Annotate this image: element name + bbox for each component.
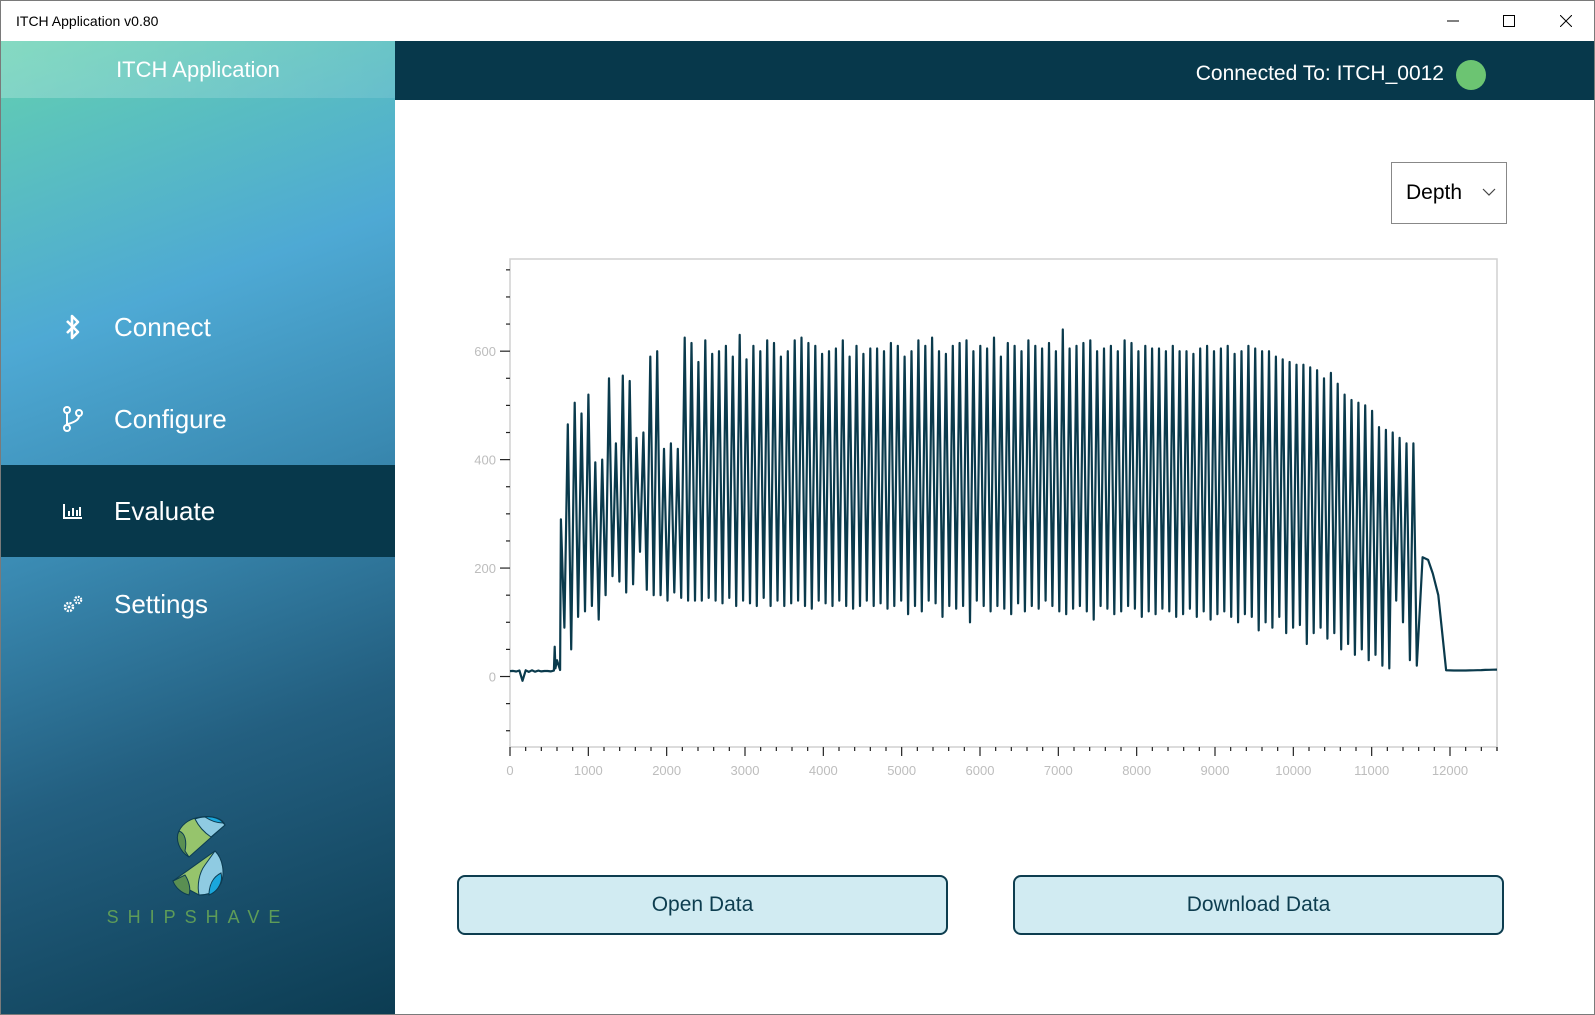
gears-icon bbox=[61, 592, 85, 616]
y-tick-label: 200 bbox=[474, 561, 496, 576]
sidebar-item-configure[interactable]: Configure bbox=[1, 373, 395, 465]
x-tick-label: 2000 bbox=[652, 763, 681, 778]
sidebar-item-label: Evaluate bbox=[114, 495, 216, 526]
app-window: ITCH Application v0.80 ITCH Application … bbox=[0, 0, 1595, 1015]
minimize-icon bbox=[1447, 20, 1459, 22]
maximize-button[interactable] bbox=[1481, 1, 1537, 41]
title-bar: ITCH Application v0.80 bbox=[1, 1, 1594, 41]
metric-dropdown-value: Depth bbox=[1406, 181, 1463, 204]
y-tick-label: 400 bbox=[474, 453, 496, 468]
x-tick-label: 11000 bbox=[1354, 763, 1389, 778]
x-tick-label: 5000 bbox=[887, 763, 916, 778]
chevron-down-icon bbox=[1482, 188, 1496, 196]
top-header: Connected To: ITCH_0012 bbox=[395, 41, 1594, 100]
open-data-label: Open Data bbox=[651, 893, 754, 916]
sidebar-item-evaluate[interactable]: Evaluate bbox=[1, 465, 395, 557]
x-tick-label: 9000 bbox=[1201, 763, 1230, 778]
connection-status-text: Connected To: ITCH_0012 bbox=[1195, 62, 1444, 85]
x-tick-label: 3000 bbox=[731, 763, 760, 778]
download-data-label: Download Data bbox=[1186, 893, 1331, 916]
x-tick-label: 1000 bbox=[574, 763, 603, 778]
open-data-button[interactable]: Open Data bbox=[457, 875, 948, 935]
connection-status-indicator bbox=[1456, 60, 1486, 90]
sidebar-item-label: Configure bbox=[114, 403, 227, 434]
sidebar-item-connect[interactable]: Connect bbox=[1, 281, 395, 373]
close-icon bbox=[1560, 15, 1572, 27]
window-title: ITCH Application v0.80 bbox=[16, 13, 159, 29]
app-brand: ITCH Application bbox=[1, 41, 395, 98]
x-tick-label: 8000 bbox=[1122, 763, 1151, 778]
x-tick-label: 7000 bbox=[1044, 763, 1073, 778]
metric-dropdown[interactable]: Depth bbox=[1391, 162, 1507, 224]
depth-chart-svg: 02004006000 1000 2000 3000 4000 5000 6000 7000 8… bbox=[474, 258, 1498, 778]
sidebar-item-settings[interactable]: Settings bbox=[1, 558, 395, 650]
series-line-depth bbox=[509, 328, 1498, 682]
branch-icon bbox=[61, 406, 85, 432]
depth-chart: 0 200 400 600 0 1000 2000 3000 4000 5000 6000 7000 8… bbox=[441, 241, 1521, 801]
minimize-button[interactable] bbox=[1425, 1, 1481, 41]
x-tick-label: 0 bbox=[506, 763, 513, 778]
brand-title: ITCH Application bbox=[116, 56, 280, 82]
x-tick-label: 10000 bbox=[1275, 763, 1311, 778]
sidebar: ITCH Application Connect Configure Evalu… bbox=[1, 41, 395, 1014]
shipshave-logo-icon bbox=[172, 816, 226, 896]
sidebar-item-label: Settings bbox=[114, 588, 208, 619]
x-tick-label: 6000 bbox=[966, 763, 995, 778]
maximize-icon bbox=[1503, 15, 1515, 27]
download-data-button[interactable]: Download Data bbox=[1013, 875, 1504, 935]
bar-chart-icon bbox=[61, 499, 85, 523]
x-tick-label: 12000 bbox=[1432, 763, 1468, 778]
shipshave-logo: SHIPSHAVE bbox=[1, 811, 395, 961]
sidebar-item-label: Connect bbox=[114, 311, 211, 342]
y-tick-label: 600 bbox=[474, 344, 496, 359]
bluetooth-icon bbox=[61, 314, 85, 340]
y-tick-label: 0 bbox=[489, 670, 496, 685]
x-tick-label: 4000 bbox=[809, 763, 838, 778]
close-button[interactable] bbox=[1538, 1, 1594, 41]
logo-wordmark: SHIPSHAVE bbox=[106, 907, 290, 927]
